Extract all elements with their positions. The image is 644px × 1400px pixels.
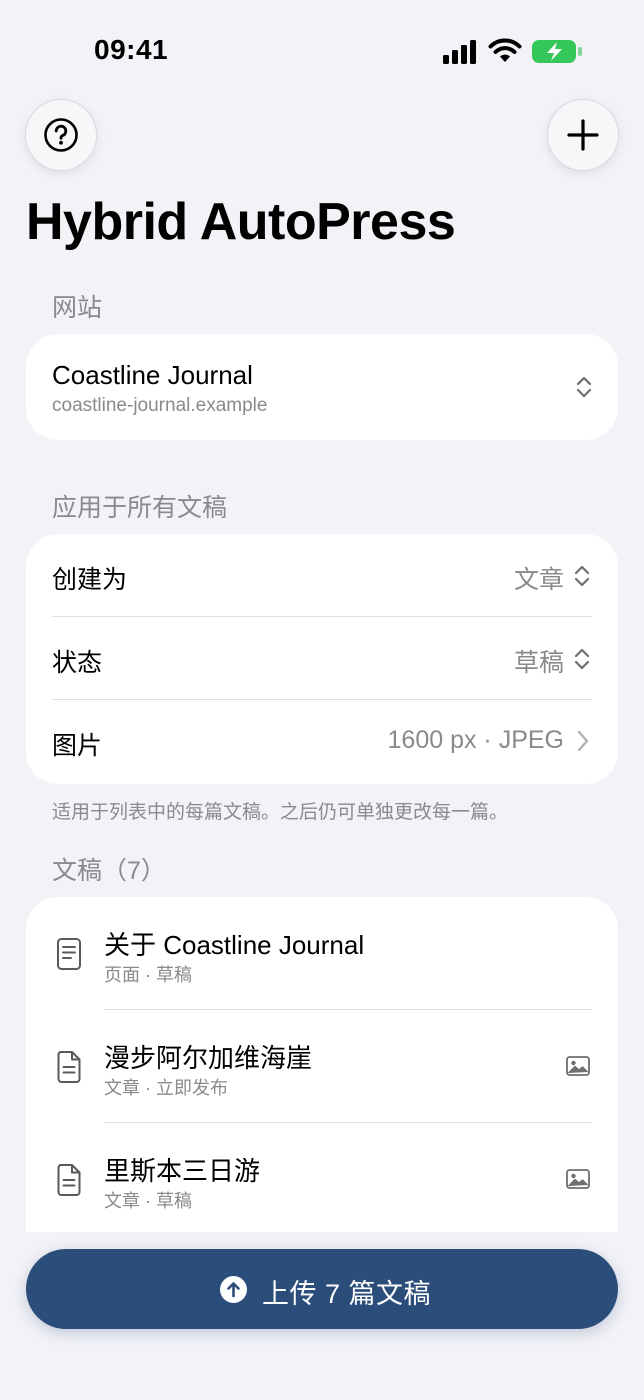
wifi-icon <box>488 38 522 62</box>
document-title: 漫步阿尔加维海崖 <box>104 1043 313 1073</box>
arrow-up-circle-icon <box>220 1276 247 1303</box>
chevron-up-down-icon <box>574 565 590 587</box>
cellular-signal-icon <box>443 40 476 64</box>
document-subtitle: 页面 · 草稿 <box>104 965 192 985</box>
status-value: 草稿 <box>513 649 564 677</box>
document-item[interactable]: 关于 Coastline Journal 页面 · 草稿 <box>26 897 618 1010</box>
chevron-right-icon <box>577 730 589 752</box>
document-item[interactable]: 里斯本三日游 文章 · 草稿 <box>26 1123 618 1236</box>
site-name: Coastline Journal <box>52 360 253 390</box>
upload-button[interactable]: 上传 7 篇文稿 <box>26 1249 618 1329</box>
upload-button-label: 上传 7 篇文稿 <box>262 1279 432 1309</box>
document-title: 里斯本三日游 <box>104 1156 261 1186</box>
create-as-label: 创建为 <box>52 566 128 594</box>
post-icon <box>57 1051 81 1083</box>
apply-footnote: 适用于列表中的每篇文稿。之后仍可单独更改每一篇。 <box>52 802 509 823</box>
document-subtitle: 文章 · 立即发布 <box>104 1078 228 1098</box>
status-bar: 09:41 <box>0 0 644 100</box>
document-item[interactable]: 漫步阿尔加维海崖 文章 · 立即发布 <box>26 1010 618 1123</box>
site-selector[interactable]: Coastline Journal coastline-journal.exam… <box>26 334 618 440</box>
add-button[interactable] <box>547 99 619 171</box>
chevron-up-down-icon <box>574 648 590 670</box>
status-label: 状态 <box>52 649 103 677</box>
image-attached-icon <box>566 1056 590 1076</box>
post-icon <box>57 1164 81 1196</box>
help-button[interactable] <box>25 99 97 171</box>
site-section-label: 网站 <box>52 294 103 322</box>
apply-settings-card: 创建为 文章 状态 草稿 图片 1600 px · JPEG <box>26 534 618 784</box>
create-as-value: 文章 <box>513 566 564 594</box>
create-as-row[interactable]: 创建为 文章 <box>26 534 618 617</box>
site-url: coastline-journal.example <box>52 395 268 416</box>
status-time: 09:41 <box>94 34 169 65</box>
apply-section-label: 应用于所有文稿 <box>52 494 228 522</box>
question-mark-icon <box>44 118 78 152</box>
docs-section-label: 文稿（7） <box>52 857 166 885</box>
page-title: Hybrid AutoPress <box>26 193 456 251</box>
document-title: 关于 Coastline Journal <box>104 930 365 960</box>
page-icon <box>57 938 81 970</box>
image-value: 1600 px · JPEG <box>387 726 564 754</box>
battery-charging-icon <box>532 40 582 63</box>
image-attached-icon <box>566 1169 590 1189</box>
chevron-up-down-icon <box>576 376 592 398</box>
image-settings-row[interactable]: 图片 1600 px · JPEG <box>26 700 618 783</box>
plus-icon <box>567 119 599 151</box>
document-subtitle: 文章 · 草稿 <box>104 1191 192 1211</box>
image-label: 图片 <box>52 732 103 760</box>
status-row[interactable]: 状态 草稿 <box>26 617 618 700</box>
